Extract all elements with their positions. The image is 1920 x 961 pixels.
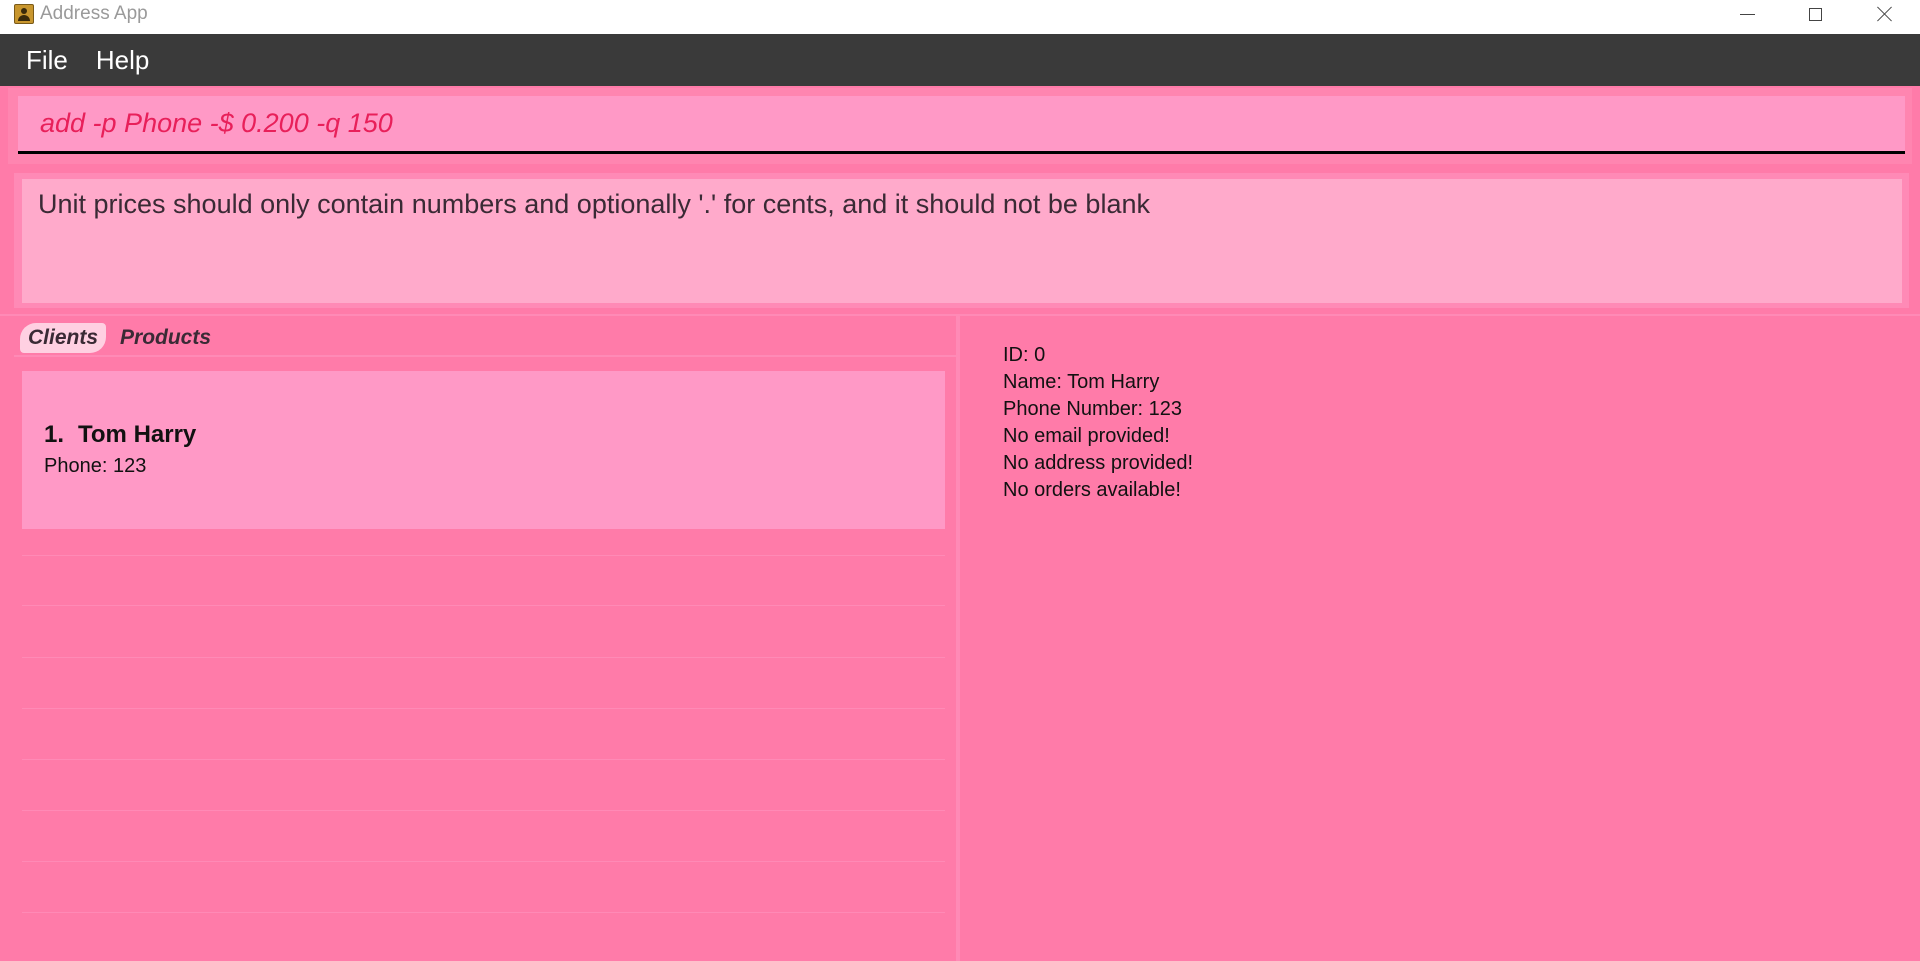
menu-file[interactable]: File [12,45,82,76]
command-input-box[interactable]: add -p Phone -$ 0.200 -q 150 [18,96,1905,154]
list-separator [22,708,945,709]
title-bar: Address App [0,0,1920,34]
list-separator [22,555,945,556]
menu-bar: File Help [0,34,1920,86]
list-separator [22,759,945,760]
list-separator [22,605,945,606]
command-input[interactable]: add -p Phone -$ 0.200 -q 150 [40,108,393,139]
detail-address: No address provided! [1003,452,1194,474]
close-button[interactable] [1850,0,1920,28]
tab-underline [14,355,960,357]
client-index: 1. [44,421,65,448]
client-phone: Phone: 123 [44,455,147,477]
list-separator [22,657,945,658]
list-separator [22,861,945,862]
detail-name: Name: Tom Harry [1003,371,1160,393]
app-window: Address App File Help add -p Phone -$ 0.… [0,0,1920,961]
close-icon [1876,5,1894,23]
minimize-button[interactable] [1712,0,1782,28]
menu-help[interactable]: Help [82,45,163,76]
maximize-button[interactable] [1780,0,1850,28]
list-separator [22,912,945,913]
detail-id: ID: 0 [1003,344,1046,366]
client-name: Tom Harry [78,421,197,448]
tab-bar: Clients Products [20,322,225,354]
client-detail: ID: 0 Name: Tom Harry Phone Number: 123 … [1003,342,1193,504]
result-display: Unit prices should only contain numbers … [22,179,1902,303]
minimize-icon [1739,13,1755,15]
tab-products[interactable]: Products [112,323,219,353]
client-name-row: 1. Tom Harry [44,421,196,449]
detail-orders: No orders available! [1003,479,1181,501]
result-message: Unit prices should only contain numbers … [38,189,1150,219]
list-item[interactable]: 1. Tom Harry Phone: 123 [22,371,945,529]
maximize-icon [1808,7,1822,21]
tab-clients[interactable]: Clients [20,323,107,353]
detail-email: No email provided! [1003,425,1170,447]
list-separator [22,810,945,811]
window-title: Address App [40,3,148,24]
detail-phone: Phone Number: 123 [1003,398,1183,420]
app-icon [14,4,34,24]
